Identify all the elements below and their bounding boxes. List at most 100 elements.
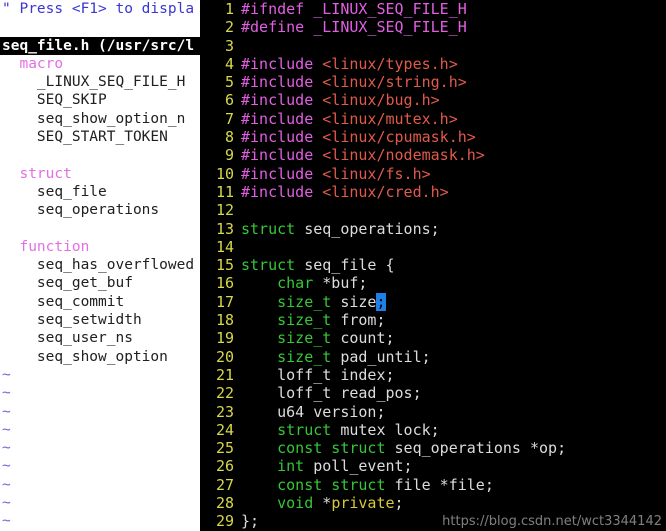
line-text[interactable]: struct seq_operations;	[234, 220, 666, 238]
code-token: poll_event;	[304, 457, 413, 476]
editor-line[interactable]: 5 #include <linux/string.h>	[200, 73, 666, 91]
tagbar-symbol-item[interactable]: seq_file	[0, 183, 200, 201]
line-text[interactable]: #include <linux/nodemask.h>	[234, 146, 666, 164]
editor-line[interactable]: 6 #include <linux/bug.h>	[200, 91, 666, 109]
editor-pane[interactable]: 1 #ifndef _LINUX_SEQ_FILE_H 2 #define _LINU…	[200, 0, 666, 531]
code-token: int	[277, 457, 305, 476]
line-text[interactable]: #include <linux/string.h>	[234, 73, 666, 91]
line-text[interactable]: #include <linux/types.h>	[234, 55, 666, 73]
code-token: void	[277, 494, 314, 513]
editor-line[interactable]: 19 size_t count;	[200, 329, 666, 347]
line-text[interactable]: loff_t index;	[234, 366, 666, 384]
line-number: 26	[215, 457, 234, 476]
editor-line[interactable]: 21 loff_t index;	[200, 366, 666, 384]
editor-line[interactable]: 18 size_t from;	[200, 311, 666, 329]
editor-line[interactable]: 10 #include <linux/fs.h>	[200, 165, 666, 183]
code-token: const struct	[277, 439, 386, 458]
tagbar-symbol-item[interactable]: SEQ_SKIP	[0, 91, 200, 109]
line-text[interactable]: void *private;	[234, 494, 666, 512]
editor-line[interactable]: 16 char *buf;	[200, 274, 666, 292]
line-text[interactable]: u64 version;	[234, 403, 666, 421]
code-token: struct	[277, 420, 332, 439]
line-text[interactable]: #include <linux/mutex.h>	[234, 110, 666, 128]
line-text[interactable]: loff_t read_pos;	[234, 384, 666, 402]
code-token: #include	[241, 54, 323, 73]
line-number: 7	[224, 109, 234, 128]
editor-buffer[interactable]: 1 #ifndef _LINUX_SEQ_FILE_H 2 #define _LINU…	[200, 0, 666, 531]
editor-line[interactable]: 2 #define _LINUX_SEQ_FILE_H	[200, 18, 666, 36]
code-token: size_t	[277, 311, 332, 330]
line-text[interactable]: #define _LINUX_SEQ_FILE_H	[234, 18, 666, 36]
tagbar-symbol-item[interactable]: seq_commit	[0, 293, 200, 311]
line-text[interactable]: const struct seq_operations *op;	[234, 439, 666, 457]
code-token: #include	[241, 91, 323, 110]
editor-line[interactable]: 3	[200, 37, 666, 55]
editor-line[interactable]: 9 #include <linux/nodemask.h>	[200, 146, 666, 164]
tagbar-symbol-item[interactable]: seq_show_option	[0, 348, 200, 366]
code-token: #include	[241, 164, 323, 183]
editor-line[interactable]: 13 struct seq_operations;	[200, 220, 666, 238]
line-text[interactable]: #ifndef _LINUX_SEQ_FILE_H	[234, 0, 666, 18]
line-number: 3	[224, 36, 234, 55]
line-number: 4	[224, 54, 234, 73]
code-token: <linux/mutex.h>	[322, 109, 458, 128]
line-number: 15	[215, 256, 234, 275]
line-text[interactable]: char *buf;	[234, 274, 666, 292]
editor-line[interactable]: 15 struct seq_file {	[200, 256, 666, 274]
editor-line[interactable]: 26 int poll_event;	[200, 457, 666, 475]
tagbar-symbol-item[interactable]: seq_show_option_n	[0, 110, 200, 128]
tagbar-pane[interactable]: " Press <F1> to displa seq_file.h (/usr/…	[0, 0, 200, 531]
line-text[interactable]: int poll_event;	[234, 457, 666, 475]
line-text[interactable]: size_t pad_until;	[234, 348, 666, 366]
tagbar-symbol-item[interactable]: seq_setwidth	[0, 311, 200, 329]
line-text[interactable]: #include <linux/cpumask.h>	[234, 128, 666, 146]
editor-line[interactable]: 23 u64 version;	[200, 403, 666, 421]
code-token: <linux/string.h>	[322, 73, 467, 92]
editor-line[interactable]: 20 size_t pad_until;	[200, 348, 666, 366]
editor-line[interactable]: 25 const struct seq_operations *op;	[200, 439, 666, 457]
line-text[interactable]: size_t size;	[234, 292, 666, 311]
editor-line[interactable]: 4 #include <linux/types.h>	[200, 55, 666, 73]
tagbar-symbol-item[interactable]: seq_get_buf	[0, 274, 200, 292]
editor-line[interactable]: 11 #include <linux/cred.h>	[200, 183, 666, 201]
tagbar-kind-header[interactable]: struct	[0, 165, 200, 183]
line-number: 18	[215, 311, 234, 330]
tagbar-symbol-list[interactable]: macro _LINUX_SEQ_FILE_H SEQ_SKIP seq_sho…	[0, 55, 200, 531]
code-token: struct	[241, 256, 296, 275]
editor-line[interactable]: 1 #ifndef _LINUX_SEQ_FILE_H	[200, 0, 666, 18]
editor-line[interactable]: 8 #include <linux/cpumask.h>	[200, 128, 666, 146]
editor-line[interactable]: 28 void *private;	[200, 494, 666, 512]
tagbar-kind-header[interactable]: function	[0, 238, 200, 256]
tagbar-symbol-item[interactable]: seq_operations	[0, 201, 200, 219]
editor-line[interactable]: 24 struct mutex lock;	[200, 421, 666, 439]
editor-line[interactable]: 22 loff_t read_pos;	[200, 384, 666, 402]
line-text[interactable]: #include <linux/fs.h>	[234, 165, 666, 183]
tagbar-empty-line-marker: ~	[2, 403, 11, 420]
editor-line[interactable]: 7 #include <linux/mutex.h>	[200, 110, 666, 128]
line-number: 28	[215, 494, 234, 513]
line-text[interactable]: };	[234, 512, 666, 530]
editor-line[interactable]: 27 const struct file *file;	[200, 476, 666, 494]
line-text[interactable]: size_t from;	[234, 311, 666, 329]
tagbar-symbol-item[interactable]: seq_user_ns	[0, 329, 200, 347]
text-cursor: ;	[376, 292, 386, 311]
tagbar-symbol-item[interactable]: SEQ_START_TOKEN	[0, 128, 200, 146]
tagbar-symbol-item[interactable]: seq_has_overflowed	[0, 256, 200, 274]
code-token: size	[331, 292, 377, 311]
line-text[interactable]: #include <linux/cred.h>	[234, 183, 666, 201]
line-text[interactable]: struct mutex lock;	[234, 421, 666, 439]
line-text[interactable]: #include <linux/bug.h>	[234, 91, 666, 109]
line-text[interactable]: size_t count;	[234, 329, 666, 347]
editor-line[interactable]: 17 size_t size;	[200, 292, 666, 311]
editor-line[interactable]: 12	[200, 201, 666, 219]
code-token: <linux/types.h>	[322, 54, 458, 73]
tagbar-symbol-item[interactable]: _LINUX_SEQ_FILE_H	[0, 73, 200, 91]
line-text[interactable]: const struct file *file;	[234, 476, 666, 494]
tagbar-kind-header[interactable]: macro	[0, 55, 200, 73]
editor-line[interactable]: 29};	[200, 512, 666, 530]
line-text[interactable]: struct seq_file {	[234, 256, 666, 274]
editor-line[interactable]: 14	[200, 238, 666, 256]
